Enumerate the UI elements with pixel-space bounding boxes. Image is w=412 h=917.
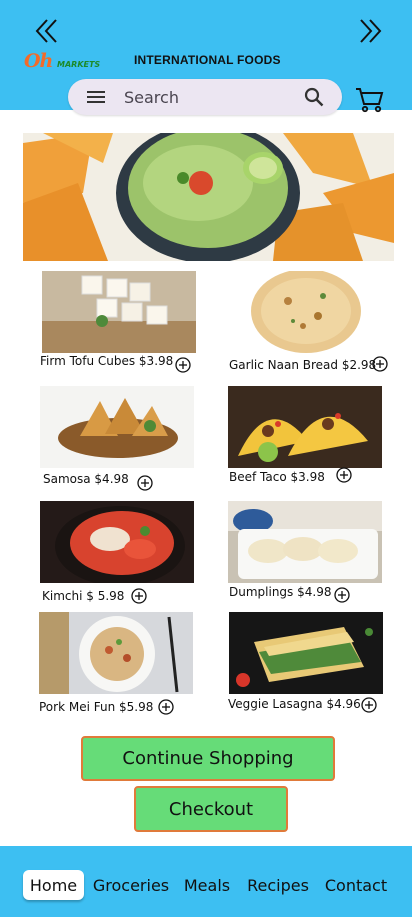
search-icon[interactable] [303, 86, 325, 108]
page-title: INTERNATIONAL FOODS [134, 53, 281, 67]
shopping-cart-icon[interactable] [354, 86, 384, 114]
product-image-veggie-lasagna[interactable] [229, 612, 383, 694]
add-to-cart-plus-icon[interactable] [334, 587, 350, 603]
nav-contact[interactable]: Contact [322, 870, 390, 900]
product-label: Beef Taco $3.98 [229, 470, 325, 484]
logo-oh-text: Oh [24, 50, 53, 72]
product-image-samosa[interactable] [40, 386, 194, 468]
nav-meals[interactable]: Meals [181, 870, 233, 900]
nav-groceries[interactable]: Groceries [92, 870, 170, 900]
add-to-cart-plus-icon[interactable] [175, 357, 191, 373]
add-to-cart-plus-icon[interactable] [131, 588, 147, 604]
add-to-cart-plus-icon[interactable] [336, 467, 352, 483]
hamburger-menu-icon[interactable] [85, 88, 107, 106]
add-to-cart-plus-icon[interactable] [137, 475, 153, 491]
double-chevron-left-icon[interactable] [31, 16, 61, 46]
product-image-kimchi[interactable] [40, 501, 194, 583]
product-label: Dumplings $4.98 [229, 585, 332, 599]
product-label: Pork Mei Fun $5.98 [39, 700, 154, 714]
product-image-pork-mei-fun[interactable] [39, 612, 193, 694]
search-input[interactable]: Search [124, 88, 179, 107]
store-logo[interactable]: Oh MARKETS [24, 50, 104, 73]
checkout-button[interactable]: Checkout [134, 786, 288, 832]
product-label: Garlic Naan Bread $2.98 [229, 358, 377, 372]
add-to-cart-plus-icon[interactable] [372, 356, 388, 372]
product-image-dumplings[interactable] [228, 501, 382, 583]
bottom-nav-bar: Home Groceries Meals Recipes Contact [0, 846, 412, 917]
add-to-cart-plus-icon[interactable] [361, 697, 377, 713]
add-to-cart-plus-icon[interactable] [158, 699, 174, 715]
double-chevron-right-icon[interactable] [356, 16, 386, 46]
continue-shopping-button[interactable]: Continue Shopping [81, 736, 335, 781]
product-label: Veggie Lasagna $4.96 [228, 697, 361, 711]
hero-banner-image [23, 133, 394, 261]
nav-home[interactable]: Home [23, 870, 84, 900]
product-image-tofu[interactable] [42, 271, 196, 353]
product-label: Samosa $4.98 [43, 472, 129, 486]
product-label: Firm Tofu Cubes $3.98 [40, 354, 174, 368]
product-image-naan[interactable] [228, 271, 382, 353]
logo-markets-text: MARKETS [57, 60, 101, 69]
search-bar[interactable]: Search [68, 79, 342, 115]
product-image-beef-taco[interactable] [228, 386, 382, 468]
nav-recipes[interactable]: Recipes [244, 870, 312, 900]
product-label: Kimchi $ 5.98 [42, 589, 125, 603]
